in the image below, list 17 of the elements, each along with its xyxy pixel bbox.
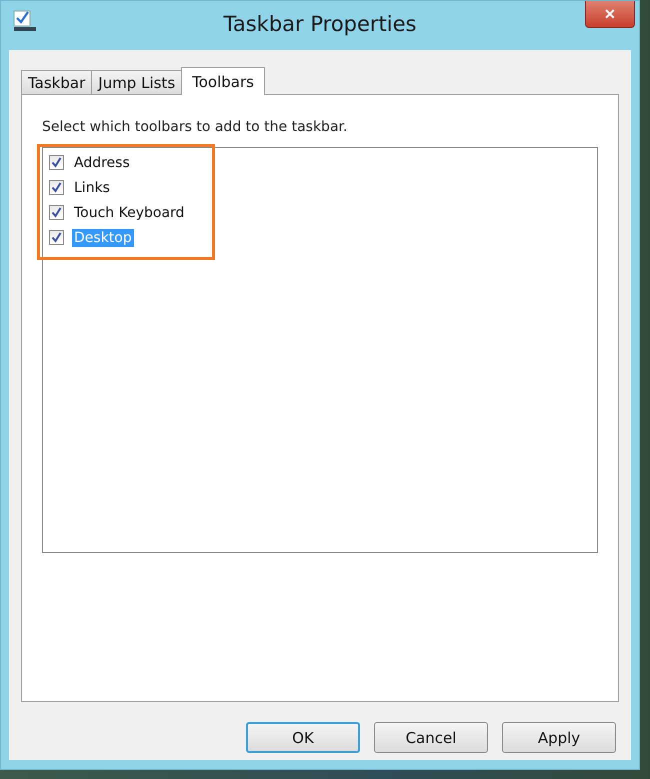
list-item[interactable]: Links	[72, 178, 112, 196]
close-button[interactable]: ✕	[585, 1, 635, 28]
checkbox[interactable]	[49, 205, 64, 220]
window-title: Taskbar Properties	[224, 12, 416, 36]
tab[interactable]: Toolbars	[181, 67, 265, 95]
list-item[interactable]: Touch Keyboard	[72, 204, 186, 222]
dialog-button[interactable]: Cancel	[374, 722, 488, 753]
checkbox[interactable]	[49, 155, 64, 170]
checkbox[interactable]	[49, 180, 64, 195]
list-item[interactable]: Address	[72, 154, 132, 172]
dialog-button[interactable]: OK	[246, 722, 360, 753]
tab[interactable]: Taskbar	[21, 70, 92, 94]
checkbox-app-icon	[13, 10, 37, 32]
instruction-text: Select which toolbars to add to the taskbar.	[42, 119, 348, 135]
dialog-button[interactable]: Apply	[502, 722, 616, 753]
checkbox[interactable]	[49, 230, 64, 245]
tab[interactable]: Jump Lists	[91, 70, 182, 94]
